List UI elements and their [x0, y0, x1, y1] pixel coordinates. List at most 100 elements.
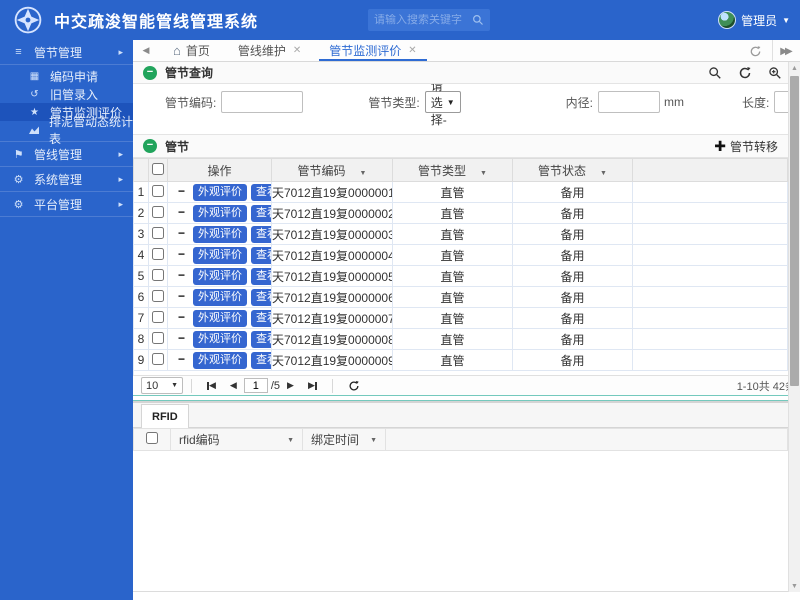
col-header-status[interactable]: 管节状态▼: [513, 159, 633, 182]
query-panel-title: 管节查询: [165, 64, 213, 81]
view-button[interactable]: 查看: [251, 247, 271, 264]
appearance-eval-button[interactable]: 外观评价: [193, 289, 247, 306]
sidebar-item-old-pipe-entry[interactable]: ↺ 旧管录入: [0, 85, 133, 103]
close-icon[interactable]: ✕: [408, 45, 416, 56]
sort-caret-icon[interactable]: ▼: [600, 170, 607, 177]
view-button[interactable]: 查看: [251, 205, 271, 222]
view-button[interactable]: 查看: [251, 268, 271, 285]
pipe-section-submenu: ▦ 编码申请 ↺ 旧管录入 ★ 管节监测评价 排泥管动态统计表: [0, 65, 133, 142]
tab-bar: ◀ ⌂ 首页 管线维护 ✕ 管节监测评价 ✕ ▶▶: [133, 40, 800, 62]
appearance-eval-button[interactable]: 外观评价: [193, 352, 247, 369]
diameter-field-input[interactable]: [598, 91, 660, 113]
appearance-eval-button[interactable]: 外观评价: [193, 247, 247, 264]
row-status: 备用: [513, 224, 633, 245]
reset-refresh-icon[interactable]: [738, 66, 752, 80]
horizontal-splitter[interactable]: [133, 395, 800, 401]
page-number-input[interactable]: [244, 378, 268, 393]
code-field-input[interactable]: [221, 91, 303, 113]
appearance-eval-button[interactable]: 外观评价: [193, 184, 247, 201]
row-checkbox[interactable]: [152, 290, 164, 302]
scroll-down-icon[interactable]: ▼: [789, 580, 800, 592]
view-button[interactable]: 查看: [251, 226, 271, 243]
sidebar-item-label: 管线管理: [34, 146, 82, 163]
row-checkbox[interactable]: [152, 332, 164, 344]
sidebar-item-label: 管节管理: [34, 44, 82, 61]
view-button[interactable]: 查看: [251, 310, 271, 327]
collapse-row-icon[interactable]: −: [178, 247, 185, 261]
view-button[interactable]: 查看: [251, 184, 271, 201]
row-checkbox[interactable]: [152, 206, 164, 218]
reload-grid-icon[interactable]: [348, 380, 360, 392]
sidebar-item-mud-pipe-stats[interactable]: 排泥管动态统计表: [0, 121, 133, 139]
row-status: 备用: [513, 245, 633, 266]
collapse-row-icon[interactable]: −: [178, 331, 185, 345]
transfer-button[interactable]: ✚ 管节转移: [714, 138, 778, 155]
row-checkbox[interactable]: [152, 227, 164, 239]
sidebar-item-pipeline-mgmt[interactable]: ⚑ 管线管理 ▸: [0, 142, 133, 167]
view-button[interactable]: 查看: [251, 331, 271, 348]
global-search-input[interactable]: [374, 14, 472, 26]
tab-home[interactable]: ⌂ 首页: [159, 40, 224, 61]
tab-scroll-left-icon[interactable]: ◀: [133, 40, 159, 61]
select-all-checkbox[interactable]: [152, 163, 164, 175]
rfid-select-all-checkbox[interactable]: [146, 432, 158, 444]
page-size-select[interactable]: 10 ▼: [141, 377, 183, 394]
appearance-eval-button[interactable]: 外观评价: [193, 226, 247, 243]
collapse-row-icon[interactable]: −: [178, 184, 185, 198]
row-checkbox[interactable]: [152, 311, 164, 323]
first-page-button[interactable]: ◀: [207, 380, 216, 391]
appearance-eval-button[interactable]: 外观评价: [193, 205, 247, 222]
collapse-row-icon[interactable]: −: [178, 310, 185, 324]
table-row: 3 −外观评价查看 天7012直19复0000003 直管 备用: [134, 224, 788, 245]
last-page-button[interactable]: ▶: [308, 380, 317, 391]
scroll-up-icon[interactable]: ▲: [789, 62, 800, 74]
user-menu[interactable]: 管理员 ▼: [718, 0, 790, 40]
tab-rfid[interactable]: RFID: [141, 404, 189, 428]
row-checkbox[interactable]: [152, 185, 164, 197]
collapse-panel-icon[interactable]: −: [143, 66, 157, 80]
next-page-button[interactable]: ▶: [287, 380, 294, 391]
user-name: 管理员: [741, 12, 777, 29]
collapse-row-icon[interactable]: −: [178, 352, 185, 366]
rfid-col-header-time[interactable]: 绑定时间▼: [303, 429, 386, 451]
sidebar-item-pipe-section-mgmt[interactable]: ≡ 管节管理 ▸: [0, 40, 133, 65]
appearance-eval-button[interactable]: 外观评价: [193, 331, 247, 348]
appearance-eval-button[interactable]: 外观评价: [193, 268, 247, 285]
pipe-section-table: 操作 管节编码▼ 管节类型▼ 管节状态▼ 1 −外观评价查看 天7012直19复…: [133, 158, 788, 371]
type-select[interactable]: ---请选择--- ▼: [425, 91, 461, 113]
sort-caret-icon[interactable]: ▼: [287, 437, 294, 444]
scrollbar-thumb[interactable]: [790, 76, 799, 386]
prev-page-button[interactable]: ◀: [230, 380, 237, 391]
sort-caret-icon[interactable]: ▼: [360, 170, 367, 177]
row-checkbox[interactable]: [152, 269, 164, 281]
view-button[interactable]: 查看: [251, 289, 271, 306]
plus-icon: ✚: [714, 138, 726, 155]
view-button[interactable]: 查看: [251, 352, 271, 369]
sidebar-item-system-mgmt[interactable]: ⚙ 系统管理 ▸: [0, 167, 133, 192]
search-icon[interactable]: [472, 14, 484, 26]
sidebar-item-code-apply[interactable]: ▦ 编码申请: [0, 67, 133, 85]
collapse-panel-icon[interactable]: −: [143, 139, 157, 153]
col-header-code[interactable]: 管节编码▼: [272, 159, 393, 182]
collapse-row-icon[interactable]: −: [178, 226, 185, 240]
collapse-row-icon[interactable]: −: [178, 268, 185, 282]
chevron-down-icon: ▼: [782, 16, 790, 25]
appearance-eval-button[interactable]: 外观评价: [193, 310, 247, 327]
refresh-tab-icon[interactable]: [738, 40, 772, 62]
collapse-row-icon[interactable]: −: [178, 205, 185, 219]
rfid-col-header-code[interactable]: rfid编码▼: [171, 429, 303, 451]
collapse-row-icon[interactable]: −: [178, 289, 185, 303]
tab-monitor-evaluation[interactable]: 管节监测评价 ✕: [315, 40, 430, 61]
sort-caret-icon[interactable]: ▼: [480, 170, 487, 177]
col-header-type[interactable]: 管节类型▼: [393, 159, 513, 182]
close-icon[interactable]: ✕: [293, 45, 301, 56]
row-checkbox[interactable]: [152, 248, 164, 260]
zoom-in-icon[interactable]: [768, 66, 782, 80]
more-tabs-icon[interactable]: ▶▶: [772, 40, 800, 62]
search-icon[interactable]: [708, 66, 722, 80]
row-checkbox[interactable]: [152, 353, 164, 365]
vertical-scrollbar[interactable]: ▲ ▼: [788, 62, 800, 592]
sidebar-item-platform-mgmt[interactable]: ⚙ 平台管理 ▸: [0, 192, 133, 217]
tab-pipeline-maintenance[interactable]: 管线维护 ✕: [224, 40, 315, 61]
sort-caret-icon[interactable]: ▼: [370, 437, 377, 444]
